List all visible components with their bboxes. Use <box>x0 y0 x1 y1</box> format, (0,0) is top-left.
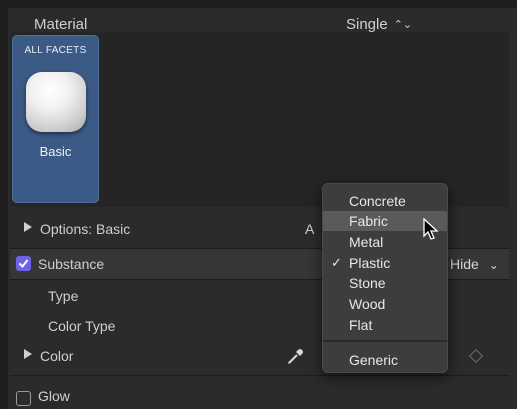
disclosure-triangle-icon[interactable] <box>24 222 32 232</box>
menu-item-stone[interactable]: Stone <box>323 273 447 293</box>
menu-item-label: Flat <box>349 317 373 333</box>
color-type-label: Color Type <box>48 318 116 334</box>
eyedropper-icon[interactable] <box>286 346 306 371</box>
menu-item-label: Wood <box>349 296 386 312</box>
checkmark-icon: ✓ <box>331 255 342 270</box>
menu-item-concrete[interactable]: Concrete <box>323 191 447 211</box>
hide-popup[interactable]: Hide ⌄ <box>450 256 499 272</box>
material-mode-value: Single <box>346 16 388 33</box>
color-label: Color <box>40 348 74 364</box>
menu-item-label: Concrete <box>349 193 406 209</box>
substance-type-menu: Concrete Fabric Metal ✓ Plastic Stone Wo… <box>322 183 448 373</box>
options-label: Options: Basic <box>40 221 131 237</box>
keyframe-diamond-icon[interactable] <box>468 348 484 364</box>
up-down-chevrons-icon: ⌃⌄ <box>393 19 413 31</box>
menu-separator <box>323 340 447 342</box>
material-mode-popup[interactable]: Single ⌃⌄ <box>346 16 412 33</box>
disclosure-triangle-icon[interactable] <box>24 349 32 359</box>
material-label: Material <box>34 16 88 33</box>
options-obscured-text: A <box>305 221 315 237</box>
menu-item-wood[interactable]: Wood <box>323 294 447 314</box>
menu-item-label: Generic <box>349 352 399 368</box>
checkmark-icon <box>18 259 29 269</box>
substance-checkbox[interactable] <box>16 256 31 271</box>
substance-label: Substance <box>38 256 105 272</box>
facet-tile-title: ALL FACETS <box>24 45 87 56</box>
facet-tile-name: Basic <box>39 144 72 159</box>
chevron-down-icon: ⌄ <box>488 258 499 272</box>
menu-item-label: Plastic <box>349 255 391 271</box>
menu-item-label: Fabric <box>349 213 388 229</box>
glow-row: Glow <box>10 383 509 409</box>
menu-item-label: Stone <box>349 275 386 291</box>
glow-checkbox[interactable] <box>16 391 31 406</box>
divider <box>10 375 509 376</box>
mouse-pointer-icon <box>423 217 439 247</box>
type-label: Type <box>48 288 79 304</box>
menu-item-flat[interactable]: Flat <box>323 315 447 335</box>
menu-item-generic[interactable]: Generic <box>323 350 447 370</box>
material-thumbnail <box>26 72 86 132</box>
facet-tile-basic[interactable]: ALL FACETS Basic <box>12 35 99 203</box>
glow-label: Glow <box>38 388 70 404</box>
menu-item-label: Metal <box>349 234 384 250</box>
menu-item-plastic[interactable]: ✓ Plastic <box>323 253 447 273</box>
hide-label: Hide <box>450 256 479 272</box>
